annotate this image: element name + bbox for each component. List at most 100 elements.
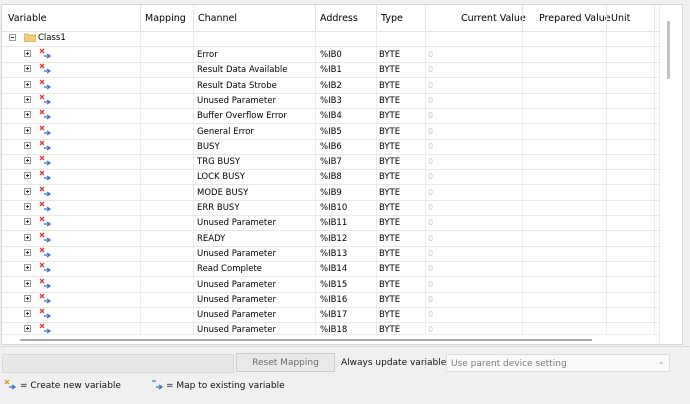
io-variable-icon [39, 232, 52, 243]
vertical-scroll-thumb[interactable] [667, 21, 670, 79]
expand-icon[interactable] [24, 310, 31, 318]
current-value-cell: 0 [428, 157, 434, 167]
address-cell: %IB13 [320, 248, 348, 259]
expand-icon[interactable] [24, 80, 31, 88]
io-variable-icon [39, 216, 52, 227]
table-row[interactable]: Unused Parameter %IB13 BYTE 0 [2, 246, 659, 262]
reset-mapping-button[interactable]: Reset Mapping [236, 353, 335, 372]
tree-root-label: Class1 [38, 33, 66, 43]
io-mapping-grid: Variable Mapping Channel Address Type Cu… [1, 4, 683, 345]
table-row[interactable]: Unused Parameter %IB3 BYTE 0 [2, 93, 659, 109]
table-row[interactable]: MODE BUSY %IB9 BYTE 0 [2, 185, 659, 201]
table-row[interactable]: BUSY %IB6 BYTE 0 [2, 139, 659, 155]
col-header-type[interactable]: Type [381, 13, 403, 24]
io-variable-icon [39, 278, 52, 288]
vertical-scrollbar[interactable] [659, 5, 682, 344]
col-header-current-value[interactable]: Current Value [461, 13, 526, 24]
expand-icon[interactable] [24, 141, 31, 149]
table-row[interactable]: Read Complete %IB14 BYTE 0 [2, 261, 659, 278]
expand-icon[interactable] [24, 264, 31, 272]
address-cell: %IB9 [320, 187, 342, 198]
type-cell: BYTE [379, 111, 401, 122]
channel-cell: BUSY [197, 141, 220, 152]
channel-cell: MODE BUSY [197, 187, 249, 198]
table-row[interactable]: Result Data Available %IB1 BYTE 0 [2, 62, 659, 79]
address-cell: %IB11 [320, 218, 348, 229]
channel-cell: Unused Parameter [197, 218, 276, 229]
current-value-cell: 0 [428, 95, 434, 105]
address-cell: %IB8 [320, 172, 342, 183]
table-row[interactable]: General Error %IB5 BYTE 0 [2, 124, 659, 140]
expand-icon[interactable] [24, 233, 31, 241]
type-cell: BYTE [379, 233, 401, 244]
expand-icon[interactable] [24, 157, 31, 165]
channel-cell: Result Data Available [197, 65, 288, 76]
expand-icon[interactable] [24, 294, 31, 302]
col-header-prepared-value[interactable]: Prepared Value [539, 13, 611, 24]
io-variable-icon [39, 293, 52, 304]
expand-icon[interactable] [24, 248, 31, 256]
channel-cell: LOCK BUSY [197, 172, 245, 183]
expand-icon[interactable] [24, 187, 31, 195]
legend-create-new-variable: = Create new variable [20, 381, 121, 391]
tree-folder-row[interactable]: Class1 [2, 31, 659, 47]
channel-cell: Buffer Overflow Error [197, 111, 287, 122]
io-variable-icon [39, 308, 52, 319]
io-variable-icon [39, 262, 52, 273]
address-cell: %IB10 [320, 203, 348, 213]
io-variable-icon [39, 186, 52, 197]
expand-icon[interactable] [24, 95, 31, 103]
channel-cell: Unused Parameter [197, 95, 276, 106]
table-row[interactable]: Unused Parameter %IB11 BYTE 0 [2, 215, 659, 232]
type-cell: BYTE [379, 80, 401, 91]
col-header-address[interactable]: Address [320, 13, 358, 24]
chevron-down-icon: ⌄ [657, 357, 665, 367]
channel-cell: Result Data Strobe [197, 80, 277, 91]
type-cell: BYTE [379, 50, 401, 60]
table-row[interactable]: Result Data Strobe %IB2 BYTE 0 [2, 78, 659, 94]
horizontal-scrollbar[interactable] [2, 334, 659, 344]
expand-icon[interactable] [24, 279, 31, 287]
expand-icon[interactable] [24, 126, 31, 134]
table-row[interactable]: Error %IB0 BYTE 0 [2, 47, 659, 63]
table-row[interactable]: ERR BUSY %IB10 BYTE 0 [2, 200, 659, 216]
collapse-icon[interactable] [9, 34, 16, 41]
table-row[interactable]: LOCK BUSY %IB8 BYTE 0 [2, 169, 659, 186]
current-value-cell: 0 [428, 279, 434, 289]
table-row[interactable]: Buffer Overflow Error %IB4 BYTE 0 [2, 108, 659, 125]
table-row[interactable]: Unused Parameter %IB15 BYTE 0 [2, 277, 659, 293]
table-row[interactable]: Unused Parameter %IB16 BYTE 0 [2, 292, 659, 308]
grid-header: Variable Mapping Channel Address Type Cu… [2, 5, 659, 32]
col-header-unit[interactable]: Unit [611, 13, 630, 24]
table-row[interactable]: READY %IB12 BYTE 0 [2, 231, 659, 247]
expand-icon[interactable] [24, 111, 31, 119]
col-header-variable[interactable]: Variable [8, 13, 46, 24]
channel-cell: Read Complete [197, 264, 263, 275]
expand-icon[interactable] [24, 218, 31, 226]
col-header-channel[interactable]: Channel [198, 13, 237, 24]
expand-icon[interactable] [24, 203, 31, 210]
address-cell: %IB4 [320, 111, 342, 122]
current-value-cell: 0 [428, 264, 434, 274]
separator [0, 346, 690, 347]
table-row[interactable]: Unused Parameter %IB17 BYTE 0 [2, 307, 659, 324]
io-variable-icon [39, 109, 52, 120]
expand-icon[interactable] [24, 50, 31, 57]
expand-icon[interactable] [24, 172, 31, 180]
filter-field[interactable] [2, 354, 234, 373]
table-row[interactable]: TRG BUSY %IB7 BYTE 0 [2, 154, 659, 171]
io-variable-icon [39, 140, 52, 151]
address-cell: %IB5 [320, 126, 342, 137]
col-header-mapping[interactable]: Mapping [145, 13, 186, 24]
current-value-cell: 0 [428, 218, 434, 228]
update-option-select[interactable]: Use parent device setting ⌄ [446, 354, 670, 372]
type-cell: BYTE [379, 248, 401, 259]
io-variable-icon [39, 79, 52, 90]
legend-map-to-existing: = Map to existing variable [166, 381, 285, 391]
type-cell: BYTE [379, 95, 401, 106]
expand-icon[interactable] [24, 325, 31, 333]
address-cell: %IB1 [320, 65, 342, 76]
expand-icon[interactable] [24, 65, 31, 73]
io-variable-icon [39, 170, 52, 181]
horizontal-scroll-thumb[interactable] [20, 339, 592, 341]
